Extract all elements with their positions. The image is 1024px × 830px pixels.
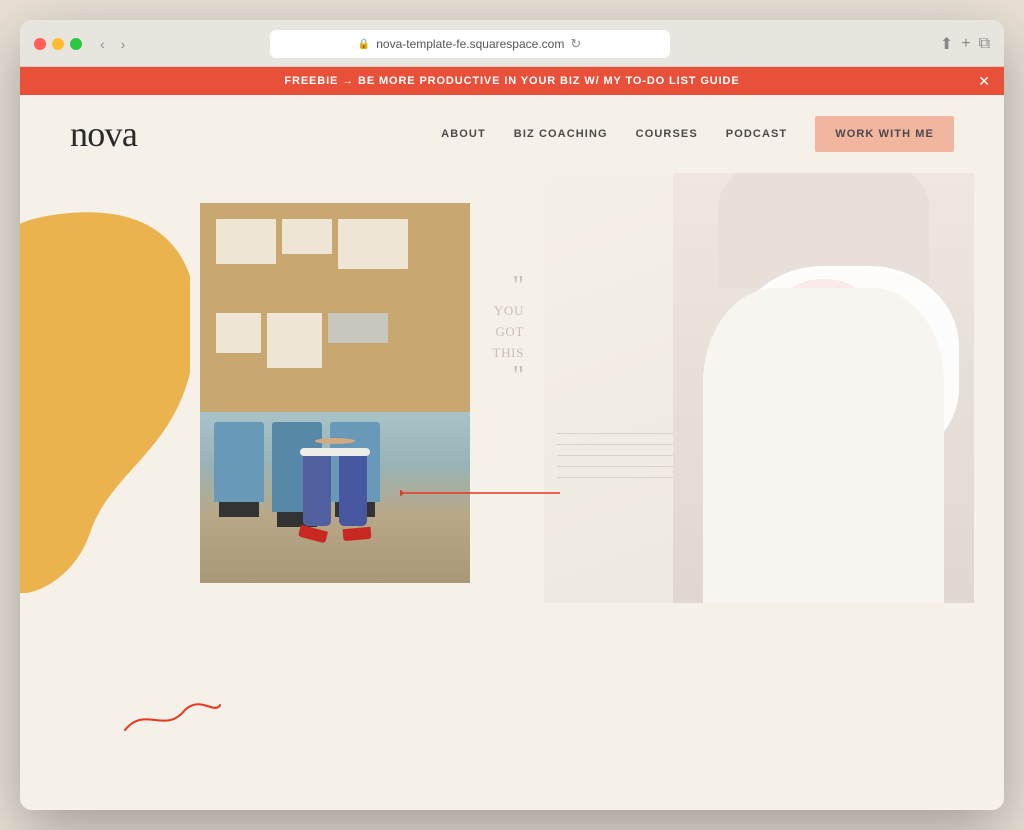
- traffic-lights: [34, 38, 82, 50]
- corkboard-bg: [200, 203, 470, 412]
- quote-area: " YOU GOT THIS ": [493, 273, 525, 391]
- paper-6: [328, 313, 388, 343]
- lock-icon: 🔒: [358, 39, 370, 50]
- share-button[interactable]: ⬆: [940, 34, 953, 54]
- leg-left: [303, 456, 331, 526]
- white-dress: [703, 288, 944, 603]
- shoe-right: [343, 527, 372, 541]
- site-logo[interactable]: nova: [70, 113, 137, 155]
- new-tab-button[interactable]: +: [961, 35, 970, 53]
- woman-in-white: [673, 173, 974, 603]
- shoe-left: [298, 525, 328, 544]
- fashion-scene: [200, 203, 470, 583]
- main-nav: nova ABOUT BIZ COACHING COURSES PODCAST …: [20, 95, 1004, 173]
- url-text: nova-template-fe.squarespace.com: [376, 37, 564, 51]
- right-hero-image: [544, 173, 974, 603]
- left-hero-image: [200, 203, 470, 583]
- notebook-scene: [544, 173, 974, 603]
- work-with-me-button[interactable]: WORK WITH ME: [815, 116, 954, 152]
- red-connector-line: [400, 478, 560, 508]
- red-squiggle-bottom: [115, 685, 225, 740]
- open-quote: ": [493, 273, 525, 301]
- minimize-window-button[interactable]: [52, 38, 64, 50]
- promo-banner: FREEBIE → BE MORE PRODUCTIVE IN YOUR BIZ…: [20, 67, 1004, 95]
- leg-right: [339, 456, 367, 526]
- back-button[interactable]: ‹: [96, 34, 109, 54]
- refresh-button[interactable]: ↻: [570, 36, 581, 52]
- chair-1: [214, 422, 264, 502]
- nav-biz-coaching[interactable]: BIZ COACHING: [514, 128, 608, 140]
- head: [315, 438, 355, 444]
- forward-button[interactable]: ›: [117, 34, 130, 54]
- banner-text: FREEBIE → BE MORE PRODUCTIVE IN YOUR BIZ…: [284, 75, 739, 87]
- torso: [300, 448, 370, 457]
- windows-button[interactable]: ⧉: [979, 35, 990, 53]
- person-silhouette: [268, 438, 403, 541]
- legs: [303, 456, 367, 526]
- paper-3: [338, 219, 408, 269]
- nav-podcast[interactable]: PODCAST: [726, 128, 787, 140]
- browser-chrome: ‹ › 🔒 nova-template-fe.squarespace.com ↻…: [20, 20, 1004, 67]
- paper-1: [216, 219, 276, 264]
- images-container: " YOU GOT THIS ": [20, 173, 1004, 810]
- close-quote: ": [493, 363, 525, 391]
- nav-courses[interactable]: COURSES: [636, 128, 698, 140]
- browser-action-buttons: ⬆ + ⧉: [940, 34, 990, 54]
- paper-4: [216, 313, 261, 353]
- corkboard-papers: [210, 213, 460, 412]
- browser-nav-controls: ‹ ›: [96, 34, 129, 54]
- paper-5: [267, 313, 322, 368]
- address-bar[interactable]: 🔒 nova-template-fe.squarespace.com ↻: [270, 30, 670, 58]
- nav-links: ABOUT BIZ COACHING COURSES PODCAST WORK …: [441, 116, 954, 152]
- banner-close-button[interactable]: ✕: [978, 73, 990, 90]
- main-content-area: " YOU GOT THIS ": [20, 173, 1004, 810]
- maximize-window-button[interactable]: [70, 38, 82, 50]
- nav-about[interactable]: ABOUT: [441, 128, 486, 140]
- close-window-button[interactable]: [34, 38, 46, 50]
- website-content: FREEBIE → BE MORE PRODUCTIVE IN YOUR BIZ…: [20, 67, 1004, 810]
- quote-line1: YOU GOT THIS: [493, 301, 525, 363]
- paper-2: [282, 219, 332, 254]
- browser-window: ‹ › 🔒 nova-template-fe.squarespace.com ↻…: [20, 20, 1004, 810]
- woman-figure: [673, 173, 974, 603]
- shoes: [299, 528, 371, 540]
